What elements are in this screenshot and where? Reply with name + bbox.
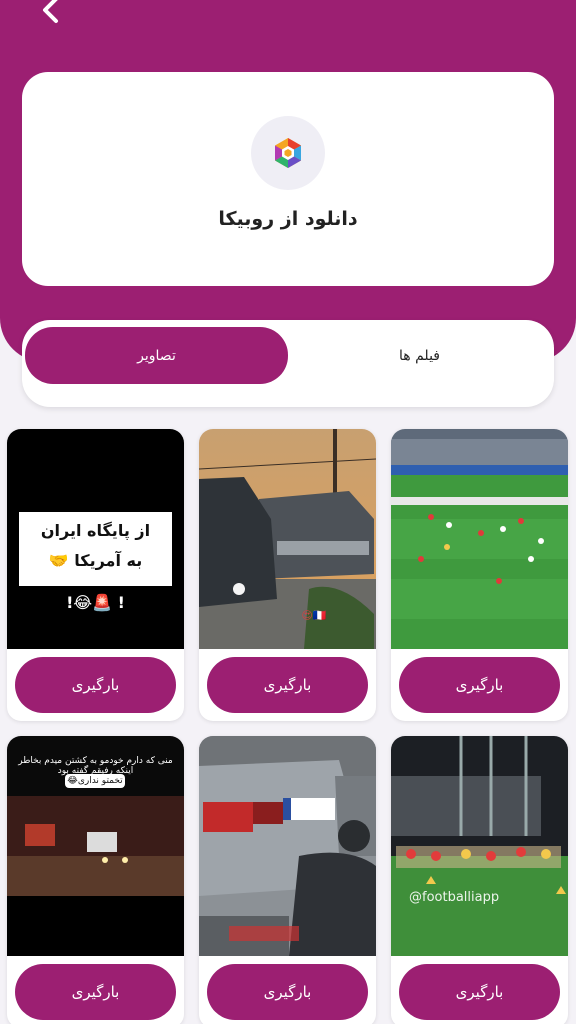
caption-line: منی که دارم خودمو به کشتن میدم بخاطر این… — [18, 756, 173, 776]
chevron-left-icon — [43, 0, 58, 23]
caption-line: ! 🚨😂! — [66, 593, 125, 612]
media-item: از پایگاه ایران به آمریکا 🤝 ! 🚨😂! بارگیر… — [7, 429, 184, 721]
media-thumbnail[interactable]: منی که دارم خودمو به کشتن میدم بخاطر این… — [7, 736, 184, 956]
media-tabs: تصاویر فیلم ها — [22, 320, 554, 407]
media-item: بارگیری — [391, 429, 568, 721]
download-button[interactable]: بارگیری — [15, 964, 176, 1020]
media-thumbnail[interactable]: @footballiapp — [391, 736, 568, 956]
media-item: منی که دارم خودمو به کشتن میدم بخاطر این… — [7, 736, 184, 1024]
media-item: 🇫🇷😍 بارگیری — [199, 429, 376, 721]
caption-line: به آمریکا 🤝 — [48, 551, 143, 570]
download-button[interactable]: بارگیری — [15, 657, 176, 713]
media-thumbnail[interactable]: از پایگاه ایران به آمریکا 🤝 ! 🚨😂! — [7, 429, 184, 649]
download-source-card: دانلود از روبیکا — [22, 72, 554, 286]
rubika-logo-icon — [275, 138, 301, 168]
back-button[interactable] — [32, 0, 68, 28]
watermark-text: @footballiapp — [409, 890, 500, 905]
card-title: دانلود از روبیکا — [218, 208, 358, 230]
download-button[interactable]: بارگیری — [399, 964, 560, 1020]
tab-videos[interactable]: فیلم ها — [288, 327, 551, 384]
caption-line: از پایگاه ایران — [40, 521, 151, 540]
media-thumbnail[interactable] — [199, 736, 376, 956]
svg-text:🇫🇷😍: 🇫🇷😍 — [301, 609, 326, 622]
tab-images[interactable]: تصاویر — [25, 327, 288, 384]
download-button[interactable]: بارگیری — [399, 657, 560, 713]
download-button[interactable]: بارگیری — [207, 964, 368, 1020]
logo-container — [251, 116, 325, 190]
media-item: بارگیری — [199, 736, 376, 1024]
download-button[interactable]: بارگیری — [207, 657, 368, 713]
media-item: @footballiapp بارگیری — [391, 736, 568, 1024]
media-thumbnail[interactable]: 🇫🇷😍 — [199, 429, 376, 649]
media-thumbnail[interactable] — [391, 429, 568, 649]
caption-line: تخمتو نداری😂 — [65, 774, 125, 788]
